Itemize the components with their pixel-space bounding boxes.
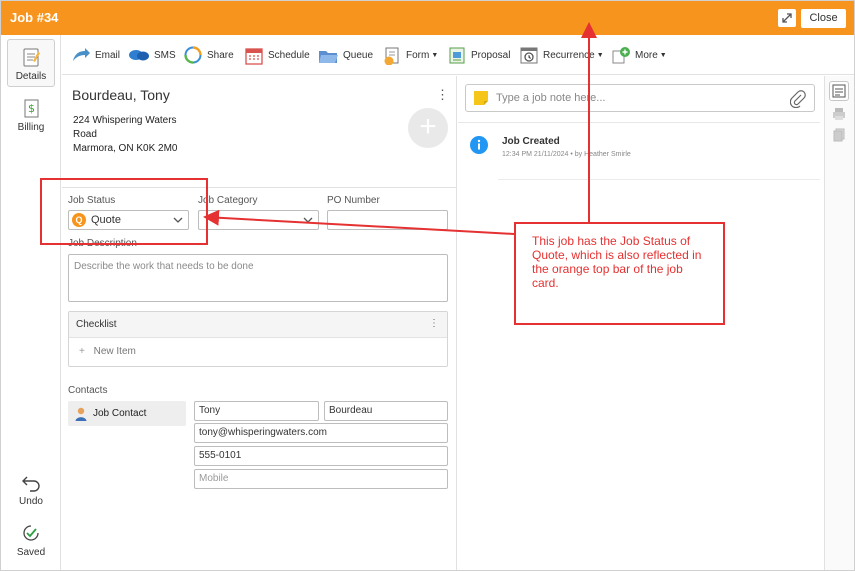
share-button[interactable]: Share (183, 45, 234, 65)
sms-icon (129, 50, 149, 61)
queue-folder-icon (319, 50, 338, 63)
print-icon[interactable] (831, 106, 847, 122)
checklist-menu-icon[interactable]: ⋮ (429, 318, 439, 329)
annotation-callout: This job has the Job Status of Quote, wh… (514, 222, 725, 325)
customer-name[interactable]: Bourdeau, Tony (72, 87, 170, 103)
queue-button[interactable]: Queue (317, 45, 373, 65)
paperclip-icon[interactable] (790, 90, 806, 108)
job-description-textarea[interactable]: Describe the work that needs to be done (68, 254, 448, 302)
contact-phone-input[interactable]: 555-0101 (194, 446, 448, 466)
svg-text:$: $ (28, 102, 35, 115)
sms-button[interactable]: SMS (128, 45, 176, 65)
schedule-button[interactable]: Schedule (244, 45, 310, 65)
job-toolbar: Email SMS Share Schedule Queue Form ▼ Pr… (62, 35, 854, 75)
job-title: Job #34 (10, 10, 59, 25)
job-status-highlight-box (40, 178, 208, 245)
saved-indicator: Saved (7, 516, 55, 558)
customer-menu-icon[interactable]: ⋮ (436, 87, 449, 103)
address-line-2: Road (73, 129, 97, 140)
job-note-input[interactable]: Type a job note here... (465, 84, 815, 112)
checklist-header: Checklist ⋮ (69, 312, 447, 338)
email-label: Email (95, 49, 121, 61)
undo-button[interactable]: Undo (7, 465, 55, 507)
proposal-label: Proposal (471, 49, 511, 61)
new-checklist-item-button[interactable]: + New Item (69, 338, 447, 357)
notes-tab-button[interactable] (829, 81, 849, 101)
recurrence-icon (520, 47, 538, 63)
more-dropdown-caret-icon: ▼ (659, 51, 667, 59)
expand-icon (782, 13, 792, 23)
share-icon (184, 46, 202, 64)
sticky-note-icon (474, 91, 488, 105)
address-line-3: Marmora, ON K0K 2M0 (73, 143, 178, 154)
person-icon (75, 407, 87, 421)
checklist-title: Checklist (76, 319, 117, 330)
po-number-label: PO Number (327, 195, 380, 206)
activity-meta: 12:34 PM 21/11/2024 • by Heather Smirle (502, 151, 631, 158)
billing-icon: $ (24, 99, 39, 118)
add-photo-button[interactable]: + (408, 108, 448, 148)
more-dropdown[interactable]: More ▼ (611, 45, 667, 65)
recurrence-label: Recurrence (543, 49, 595, 61)
customer-address: 224 Whispering Waters Road Marmora, ON K… (73, 114, 177, 156)
new-item-label: New Item (93, 346, 136, 357)
copy-icon[interactable] (831, 127, 847, 143)
more-label: More (635, 49, 658, 61)
right-side-rail (824, 76, 854, 570)
job-category-select[interactable] (198, 210, 319, 230)
expand-button[interactable] (778, 9, 796, 27)
rail-billing[interactable]: $ Billing (7, 91, 55, 137)
rail-details-label: Details (15, 71, 47, 82)
email-button[interactable]: Email (71, 45, 120, 65)
contact-first-name-input[interactable]: Tony (194, 401, 319, 421)
more-icon (612, 46, 630, 63)
job-details-panel: Bourdeau, Tony ⋮ 224 Whispering Waters R… (62, 76, 457, 570)
form-dropdown-caret-icon: ▼ (431, 51, 439, 59)
address-line-1: 224 Whispering Waters (73, 115, 177, 126)
notes-icon (832, 84, 846, 98)
job-card-window: Job #34 Close Details $ Billing Undo Sav… (0, 0, 855, 571)
chevron-down-icon (303, 217, 313, 223)
proposal-icon (449, 47, 465, 63)
left-rail: Details $ Billing Undo Saved (1, 35, 61, 570)
rail-details[interactable]: Details (7, 39, 55, 87)
schedule-label: Schedule (268, 49, 310, 61)
close-button[interactable]: Close (801, 9, 846, 28)
po-number-input[interactable] (327, 210, 448, 230)
form-dropdown[interactable]: Form ▼ (382, 45, 438, 65)
info-icon (470, 136, 488, 154)
saved-check-icon (23, 525, 39, 541)
rail-billing-label: Billing (17, 122, 45, 133)
contact-last-name-input[interactable]: Bourdeau (324, 401, 448, 421)
calendar-icon (245, 47, 263, 65)
job-contact-label: Job Contact (93, 408, 147, 419)
undo-label: Undo (19, 496, 43, 507)
contact-mobile-input[interactable]: Mobile (194, 469, 448, 489)
form-icon (384, 47, 399, 65)
activity-divider (498, 179, 820, 180)
activity-title: Job Created (502, 136, 560, 147)
contacts-label: Contacts (68, 385, 108, 396)
details-icon (23, 48, 40, 67)
job-note-placeholder: Type a job note here... (496, 92, 606, 104)
checklist-card: Checklist ⋮ + New Item (68, 311, 448, 367)
job-status-top-bar: Job #34 Close (1, 1, 854, 35)
form-label: Form (406, 49, 430, 61)
recurrence-dropdown-caret-icon: ▼ (596, 51, 604, 59)
plus-icon: + (79, 346, 85, 357)
job-contact-type[interactable]: Job Contact (68, 401, 186, 426)
proposal-button[interactable]: Proposal (447, 45, 510, 65)
sms-label: SMS (154, 49, 176, 61)
recurrence-dropdown[interactable]: Recurrence ▼ (519, 45, 604, 65)
share-label: Share (207, 49, 234, 61)
contact-email-input[interactable]: tony@whisperingwaters.com (194, 423, 448, 443)
undo-icon (22, 476, 40, 492)
email-icon (73, 48, 90, 61)
notes-divider (458, 122, 820, 123)
queue-label: Queue (343, 49, 374, 61)
saved-label: Saved (16, 547, 46, 558)
